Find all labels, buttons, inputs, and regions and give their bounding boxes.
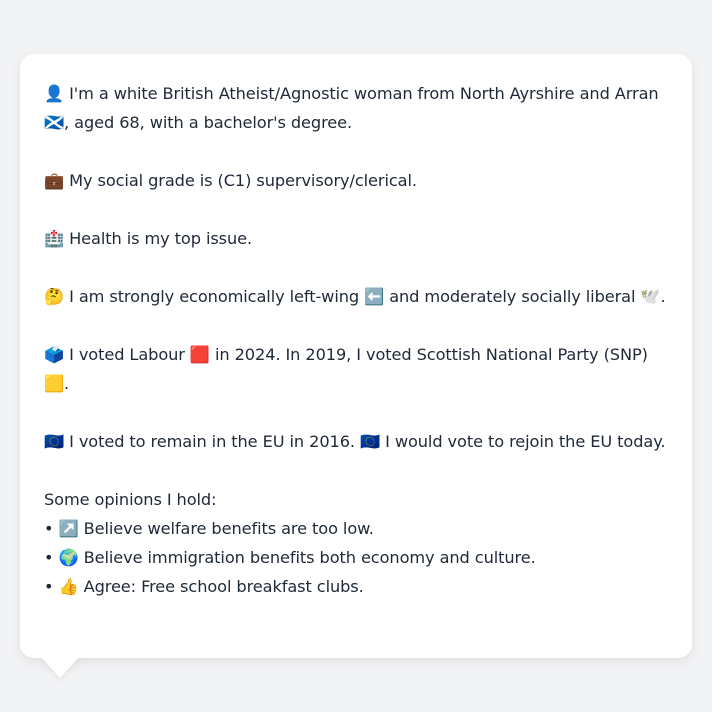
persona-message-bubble: 👤 I'm a white British Atheist/Agnostic w… — [20, 54, 692, 658]
opinion-item: 👍 Agree: Free school breakfast clubs. — [44, 572, 668, 601]
political-leaning-text: 🤔 I am strongly economically left-wing ⬅… — [44, 287, 666, 306]
bubble-tail — [40, 656, 80, 678]
social-grade-text: 💼 My social grade is (C1) supervisory/cl… — [44, 171, 417, 190]
opinions-list: ↗️ Believe welfare benefits are too low.… — [44, 514, 668, 601]
voting-history-text: 🗳️ I voted Labour 🟥 in 2024. In 2019, I … — [44, 345, 648, 393]
top-issue-text: 🏥 Health is my top issue. — [44, 229, 253, 248]
identity-text: 👤 I'm a white British Atheist/Agnostic w… — [44, 84, 659, 132]
opinion-item: ↗️ Believe welfare benefits are too low. — [44, 514, 668, 543]
opinion-item: 🌍 Believe immigration benefits both econ… — [44, 543, 668, 572]
opinions-heading: Some opinions I hold: — [44, 490, 217, 509]
eu-stance-text: 🇪🇺 I voted to remain in the EU in 2016. … — [44, 432, 666, 451]
